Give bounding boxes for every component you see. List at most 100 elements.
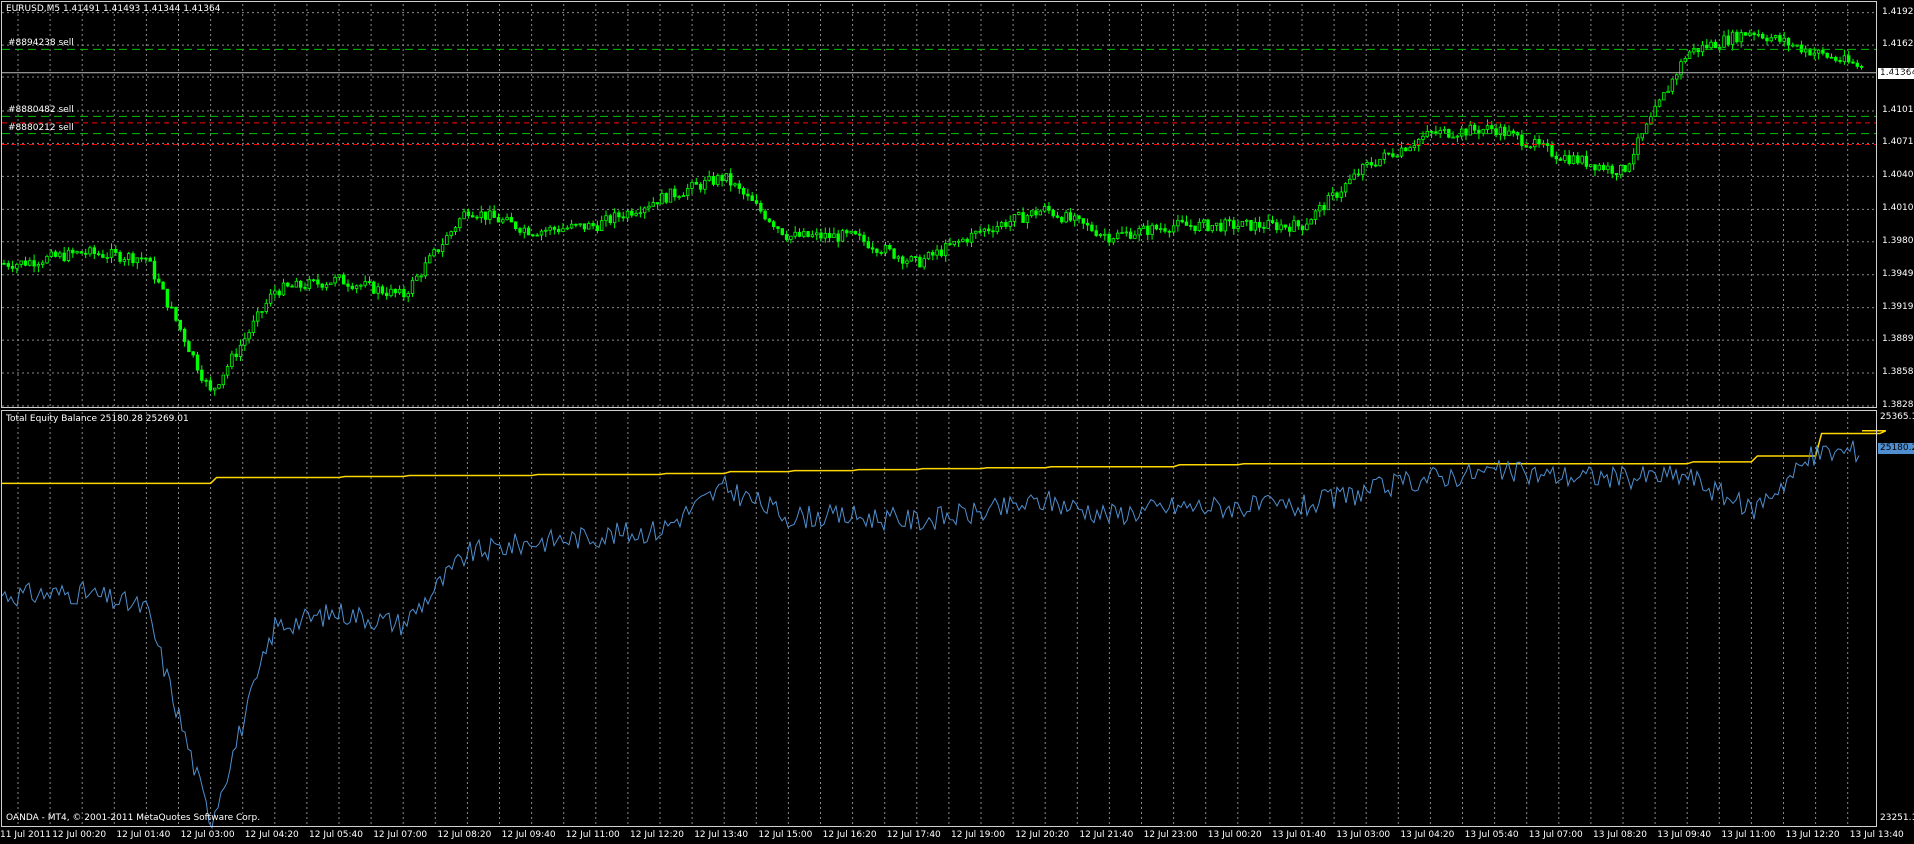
candle-body [888,245,892,250]
candle-body [122,259,127,262]
candle-body [1223,219,1227,232]
candle-body [673,188,677,198]
candle-body [479,211,483,218]
candle-body [802,231,806,237]
candle-body [1554,155,1558,160]
candle-body [1184,221,1189,226]
candle-body [655,202,660,205]
candle-body [281,282,286,296]
candle-body [690,182,694,189]
candle-body [875,248,879,253]
time-tick-label: 13 Jul 07:00 [1528,830,1583,840]
candle-body [436,249,440,252]
order-label-2[interactable]: #8880482 sell [8,105,74,116]
price-candles [2,29,1876,396]
candle-body [127,253,131,260]
candle-body [354,285,359,289]
candle-body [1730,31,1735,45]
candle-body [806,231,810,237]
candle-body [1735,31,1739,43]
candle-body [578,223,582,226]
price-tick-label: 1.38280 [1882,400,1914,410]
candle-body [1477,129,1481,134]
candle-body [268,293,273,304]
candle-body [1107,233,1111,243]
candle-body [32,260,36,267]
candle-body [1408,147,1412,152]
order-lines[interactable] [2,48,1876,145]
grid-lines [2,4,1876,825]
candle-body [1623,164,1627,172]
candle-body [402,288,406,298]
candle-body [1378,158,1382,167]
chart-canvas[interactable] [0,0,1914,844]
candle-body [1589,164,1593,167]
time-tick-label: 13 Jul 13:40 [1849,830,1904,840]
time-tick-label: 12 Jul 01:40 [116,830,171,840]
candle-body [858,233,862,236]
candle-body [625,210,630,219]
candle-body [1292,220,1296,232]
candle-body [664,193,668,203]
candle-body [247,332,251,340]
candle-body [1636,137,1640,155]
candle-body [1154,224,1159,230]
candle-body [1799,44,1804,53]
time-tick-label: 12 Jul 16:20 [822,830,877,840]
candle-body [617,212,621,218]
candle-body [410,279,415,294]
candle-body [935,249,939,256]
candle-body [182,329,187,342]
candle-body [329,282,333,286]
price-tick-label: 1.41325 [1882,70,1914,81]
candle-body [1034,210,1038,216]
order-label-3[interactable]: #8880212 sell [8,123,74,134]
order-label-1[interactable]: #8894238 sell [8,38,74,49]
candle-body [746,193,750,197]
candle-body [1275,222,1279,231]
candle-body [1816,49,1821,54]
candle-body [1141,225,1146,229]
candle-body [1550,145,1554,157]
candle-body [587,223,591,230]
candle-body [58,252,62,257]
candle-body [677,196,681,199]
time-tick-label: 12 Jul 00:20 [52,830,107,840]
candle-body [389,288,393,297]
candle-body [307,279,311,289]
candle-body [569,223,574,229]
candle-body [298,280,303,288]
candle-body [466,211,471,217]
candle-body [600,220,604,232]
candle-body [243,338,247,346]
candle-body [1206,219,1210,232]
candle-body [105,256,109,259]
candle-body [1339,191,1343,198]
candle-body [1829,56,1834,59]
candle-body [784,234,789,240]
candle-body [114,249,118,253]
candle-body [922,258,926,268]
time-tick-label: 12 Jul 15:00 [758,830,813,840]
candle-body [230,353,234,367]
candle-body [1567,155,1571,164]
candle-body [286,282,290,287]
chart-frames [1,1,1877,827]
candle-body [475,216,479,219]
candle-body [918,256,922,268]
candle-body [316,279,320,285]
candle-body [19,260,23,265]
candle-body [638,212,643,215]
indicator-header: Total Equity Balance 25180.28 25269.01 [6,414,189,424]
candle-body [1300,225,1305,231]
candle-body [535,234,539,237]
candle-body [1627,163,1632,172]
candle-body [238,344,243,358]
equity-line [1,440,1860,830]
candle-body [539,230,544,236]
candle-body [1150,224,1154,236]
candle-body [518,228,522,233]
time-tick-label: 12 Jul 04:20 [244,830,299,840]
candle-body [1047,205,1051,211]
candle-body [1064,212,1068,223]
